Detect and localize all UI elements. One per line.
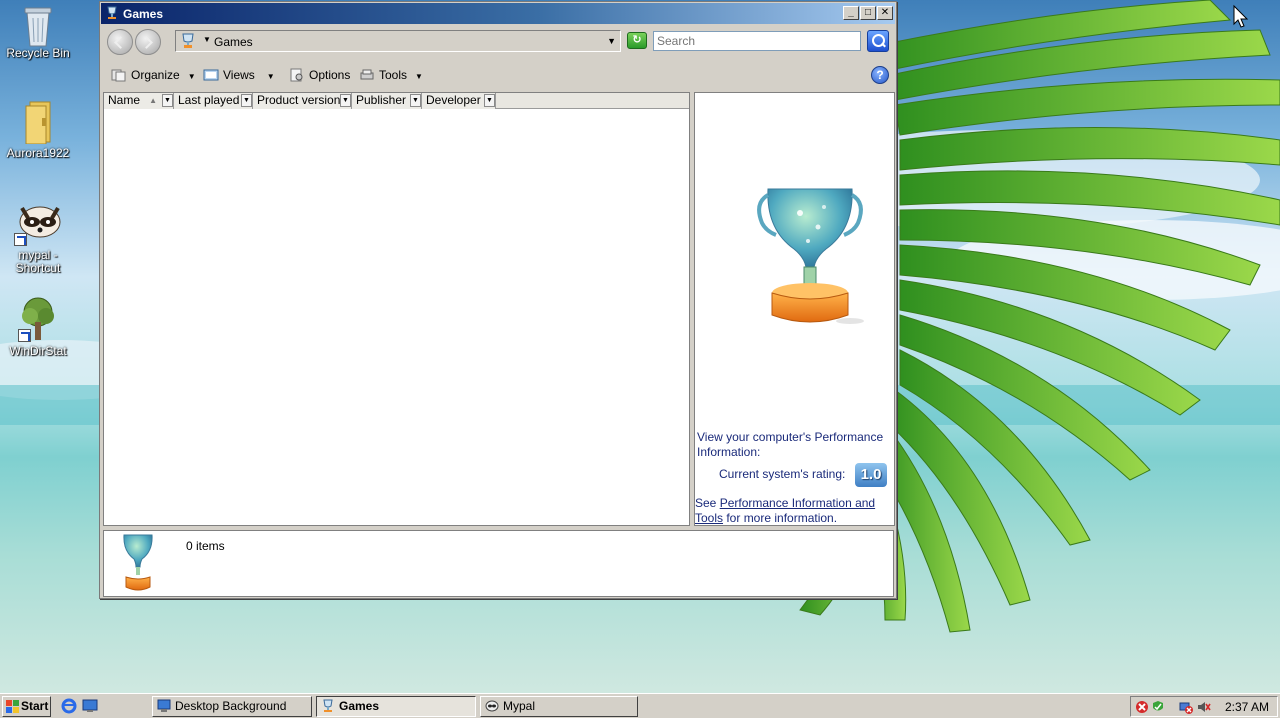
column-header-name[interactable]: Name ▲ ▼ xyxy=(104,93,174,109)
folder-icon xyxy=(18,100,58,145)
volume-muted-icon[interactable] xyxy=(1197,700,1211,714)
desktop-icon-label: Recycle Bin xyxy=(6,46,70,60)
column-label: Product version xyxy=(257,93,341,107)
organize-button[interactable]: Organize ▼ xyxy=(109,66,196,84)
start-button[interactable]: Start xyxy=(2,696,51,717)
maximize-button[interactable]: □ xyxy=(860,6,876,20)
column-label: Developer xyxy=(426,93,481,107)
taskbar-item-mypal[interactable]: Mypal xyxy=(480,696,638,717)
minimize-button[interactable]: _ xyxy=(843,6,859,20)
address-dropdown-icon[interactable]: ▼ xyxy=(607,36,616,46)
shortcut-arrow-icon xyxy=(18,329,31,342)
windows-flag-icon xyxy=(6,700,19,713)
internet-explorer-icon[interactable] xyxy=(61,698,77,714)
see-prefix: See xyxy=(695,496,720,510)
show-desktop-icon[interactable] xyxy=(82,698,98,714)
close-button[interactable]: ✕ xyxy=(877,6,893,20)
address-bar[interactable]: ▼ Games ▼ xyxy=(175,30,621,52)
column-label: Last played xyxy=(178,93,240,107)
back-button[interactable] xyxy=(107,29,133,55)
shortcut-arrow-icon xyxy=(14,233,27,246)
see-suffix: for more information. xyxy=(723,511,838,525)
title-bar[interactable]: Games _ □ ✕ xyxy=(101,3,895,24)
trophy-icon xyxy=(123,534,153,591)
column-header-publisher[interactable]: Publisher ▼ xyxy=(352,93,422,109)
item-count: 0 items xyxy=(186,539,225,553)
desktop-icon-windirstat[interactable]: WinDirStat xyxy=(0,296,76,358)
rating-label: Current system's rating: xyxy=(719,467,846,481)
games-window: Games _ □ ✕ ▼ Games ▼ ↻ Organize ▼ xyxy=(99,1,897,599)
desktop-icon-label: Aurora1922 xyxy=(6,146,70,160)
task-label: Games xyxy=(339,699,380,713)
refresh-button[interactable]: ↻ xyxy=(627,32,647,49)
organize-icon xyxy=(111,69,126,82)
trophy-icon xyxy=(107,6,117,19)
sort-up-icon: ▲ xyxy=(149,96,157,105)
options-label: Options xyxy=(309,68,351,82)
tools-icon xyxy=(360,69,374,80)
tree-icon xyxy=(18,296,58,342)
desktop-icon-label: mypal - Shortcut xyxy=(15,248,61,275)
taskbar: Start Desktop Background Games Mypal 2:3… xyxy=(0,693,1280,718)
network-disconnected-icon[interactable] xyxy=(1179,700,1193,714)
performance-info-text: View your computer's Performance Informa… xyxy=(697,430,884,459)
column-label: Name xyxy=(108,93,141,107)
details-pane: 0 items xyxy=(103,530,894,597)
start-label: Start xyxy=(21,699,49,713)
trophy-icon xyxy=(182,33,194,48)
window-title: Games xyxy=(123,7,164,21)
address-text: Games xyxy=(214,35,253,49)
tools-label: Tools xyxy=(379,68,408,82)
taskbar-item-desktop-background[interactable]: Desktop Background xyxy=(152,696,312,717)
views-button[interactable]: Views ▼ xyxy=(201,66,275,84)
chevron-down-icon: ▼ xyxy=(266,72,275,81)
desktop-icon-label: WinDirStat xyxy=(9,344,67,358)
search-button[interactable] xyxy=(867,30,889,52)
column-filter-dropdown[interactable]: ▼ xyxy=(162,94,173,107)
see-more-text: See Performance Information and Tools fo… xyxy=(695,496,893,526)
system-tray: 2:37 AM xyxy=(1130,696,1278,717)
column-filter-dropdown[interactable]: ▼ xyxy=(241,94,252,107)
desktop-icon-recycle-bin[interactable]: Recycle Bin xyxy=(0,4,76,60)
column-label: Publisher xyxy=(356,93,407,107)
column-header-product-version[interactable]: Product version ▼ xyxy=(253,93,352,109)
raccoon-icon xyxy=(485,700,499,712)
raccoon-icon xyxy=(14,202,62,246)
views-icon xyxy=(203,69,219,81)
security-check-icon[interactable] xyxy=(1151,700,1165,714)
desktop-icon-mypal[interactable]: mypal - Shortcut xyxy=(0,202,76,275)
taskbar-item-games[interactable]: Games xyxy=(316,696,476,717)
command-bar: Organize ▼ Views ▼ Options Tools ▼ ? xyxy=(103,62,893,88)
preview-pane: View your computer's Performance Informa… xyxy=(694,92,895,526)
forward-button[interactable] xyxy=(135,29,161,55)
column-filter-dropdown[interactable]: ▼ xyxy=(340,94,351,107)
error-icon[interactable] xyxy=(1135,700,1149,714)
search-input[interactable] xyxy=(653,31,861,51)
help-button[interactable]: ? xyxy=(871,66,889,84)
column-filter-dropdown[interactable]: ▼ xyxy=(484,94,495,107)
options-button[interactable]: Options xyxy=(287,66,350,84)
navigation-bar: ▼ Games ▼ ↻ xyxy=(103,26,893,58)
organize-label: Organize xyxy=(131,68,180,82)
column-headers: Name ▲ ▼ Last played ▼ Product version ▼… xyxy=(104,93,689,109)
column-header-developer[interactable]: Developer ▼ xyxy=(422,93,496,109)
options-icon xyxy=(290,68,303,82)
column-filter-dropdown[interactable]: ▼ xyxy=(410,94,421,107)
rating-badge[interactable]: 1.0 xyxy=(855,463,887,487)
recycle-bin-icon xyxy=(18,4,58,47)
breadcrumb-chevron-icon[interactable]: ▼ xyxy=(203,35,211,44)
trophy-icon xyxy=(323,699,333,712)
games-list[interactable]: Name ▲ ▼ Last played ▼ Product version ▼… xyxy=(103,92,690,526)
views-label: Views xyxy=(223,68,255,82)
task-label: Desktop Background xyxy=(175,699,287,713)
task-label: Mypal xyxy=(503,699,536,713)
display-icon xyxy=(157,699,171,712)
trophy-icon xyxy=(757,188,864,324)
chevron-down-icon: ▼ xyxy=(415,72,423,81)
chevron-down-icon: ▼ xyxy=(187,72,196,81)
tools-button[interactable]: Tools ▼ xyxy=(357,66,423,84)
desktop-icon-aurora1922[interactable]: Aurora1922 xyxy=(0,100,76,160)
clock[interactable]: 2:37 AM xyxy=(1225,700,1269,714)
column-header-last-played[interactable]: Last played ▼ xyxy=(174,93,253,109)
